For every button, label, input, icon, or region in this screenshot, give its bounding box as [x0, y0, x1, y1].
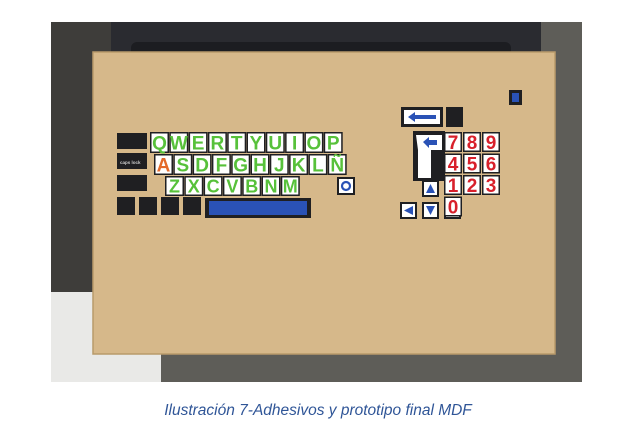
key-row2-8: L — [312, 155, 324, 176]
key-row2-9: Ñ — [330, 154, 344, 176]
space-bar — [209, 201, 307, 215]
numpad-key-3: 3 — [486, 176, 497, 197]
key-row2-1: S — [176, 155, 189, 176]
numpad-key-6: 6 — [486, 154, 497, 175]
key-t: T — [231, 133, 243, 154]
key-p: P — [327, 133, 340, 154]
row-zxcv: ZXCVBNM — [165, 176, 300, 196]
key-row2-3: F — [216, 155, 228, 176]
numpad-key-1: 1 — [448, 176, 459, 197]
figure-caption: Ilustración 7-Adhesivos y prototipo fina… — [164, 402, 472, 419]
key-row3-v: V — [226, 176, 238, 196]
key-e: E — [192, 133, 205, 154]
key-row3-n: N — [265, 176, 278, 196]
key-row2-0: A — [157, 155, 171, 176]
numpad-key-0: 0 — [448, 197, 459, 218]
numpad-key-4: 4 — [448, 154, 459, 175]
key-i: I — [292, 133, 297, 154]
key-row2-5: H — [253, 155, 267, 176]
key-row3-z: Z — [169, 176, 180, 196]
key-row3-b: B — [245, 176, 258, 196]
mdf-keyboard-prototype: caps lock QWERTYUIOP ASDFGHJKLÑ ZXCVBNM — [51, 22, 582, 382]
key-row3-m: M — [283, 176, 298, 196]
numpad-key-5: 5 — [467, 154, 478, 175]
key-row3-c: C — [207, 176, 220, 196]
key-row3-x: X — [188, 176, 200, 196]
key-o: O — [307, 133, 322, 154]
caps-lock-label: caps lock — [120, 160, 141, 165]
key-y: Y — [250, 133, 263, 154]
numpad-key-2: 2 — [467, 176, 478, 197]
key-row2-6: J — [274, 155, 285, 176]
numpad-key-9: 9 — [486, 133, 497, 154]
numpad-key-7: 7 — [448, 133, 459, 154]
key-row2-2: D — [195, 155, 209, 176]
key-u: U — [268, 133, 282, 154]
key-q: Q — [152, 133, 167, 154]
numpad-key-8: 8 — [467, 133, 478, 154]
key-r: R — [211, 133, 225, 154]
key-row2-7: K — [292, 155, 306, 176]
small-dark-key — [446, 107, 463, 127]
prototype-photo: caps lock QWERTYUIOP ASDFGHJKLÑ ZXCVBNM — [51, 22, 582, 382]
key-row2-4: G — [233, 155, 248, 176]
key-w: W — [170, 133, 188, 154]
